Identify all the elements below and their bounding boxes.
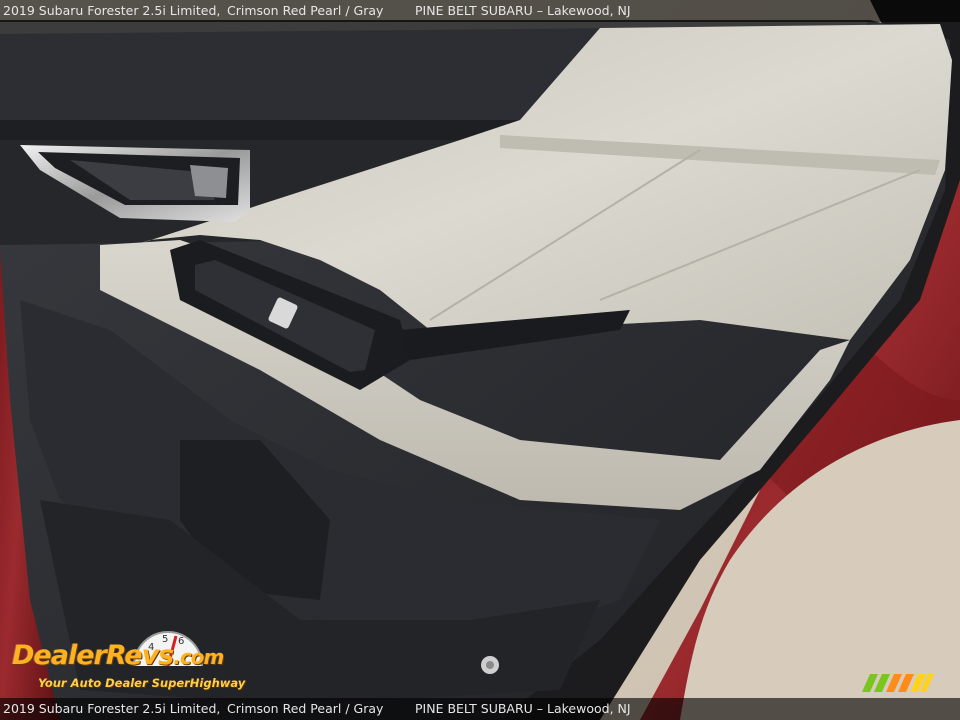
- watermark-brand: DealerRevs: [12, 640, 174, 671]
- mm-logo-icon: [862, 674, 934, 692]
- caption-bar-bottom: 2019 Subaru Forester 2.5i Limited, Crims…: [0, 698, 960, 720]
- door-photo: [0, 0, 960, 720]
- watermark-brand-suffix: .com: [173, 645, 224, 669]
- dealerrevs-watermark: 4 5 6 DealerRevs.com Your Auto Dealer Su…: [10, 622, 270, 696]
- caption-bar-top: 2019 Subaru Forester 2.5i Limited, Crims…: [0, 0, 960, 22]
- color-caption: Crimson Red Pearl / Gray: [227, 3, 384, 18]
- watermark-tagline: Your Auto Dealer SuperHighway: [38, 676, 246, 690]
- vehicle-caption: 2019 Subaru Forester 2.5i Limited,: [3, 3, 221, 18]
- dealer-caption: PINE BELT SUBARU – Lakewood, NJ: [415, 701, 631, 716]
- dealer-caption: PINE BELT SUBARU – Lakewood, NJ: [415, 3, 631, 18]
- vehicle-caption: 2019 Subaru Forester 2.5i Limited,: [3, 701, 221, 716]
- color-caption: Crimson Red Pearl / Gray: [227, 701, 384, 716]
